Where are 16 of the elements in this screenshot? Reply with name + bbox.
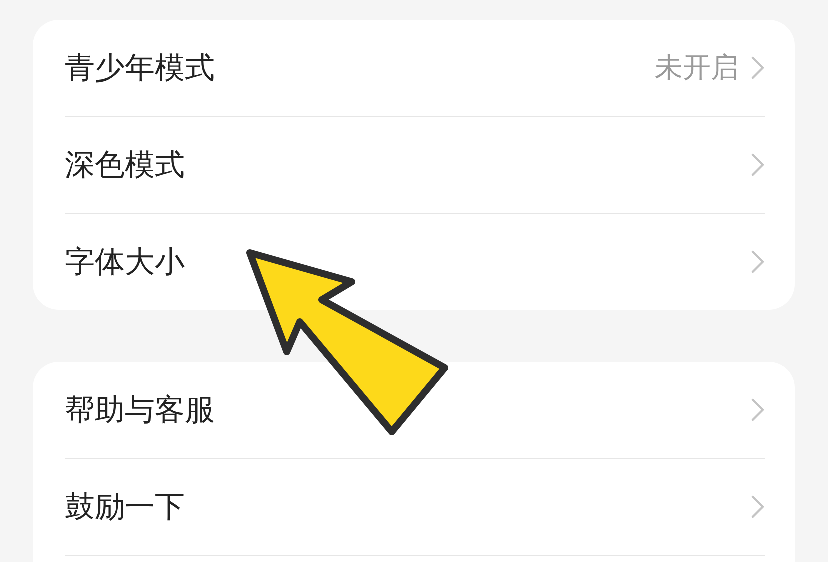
chevron-right-icon: [751, 398, 765, 422]
row-label: 深色模式: [65, 146, 186, 184]
settings-row[interactable]: 帮助与客服: [65, 362, 765, 458]
chevron-right-icon: [751, 250, 765, 274]
settings-row[interactable]: 深色模式: [65, 117, 765, 213]
chevron-right-icon: [751, 153, 765, 177]
row-value: 未开启: [655, 50, 739, 86]
row-label: 帮助与客服: [65, 392, 216, 430]
row-label: 字体大小: [65, 244, 186, 282]
row-label: 鼓励一下: [65, 488, 186, 526]
chevron-right-icon: [751, 56, 765, 80]
settings-row[interactable]: 字体大小: [65, 214, 765, 310]
settings-row[interactable]: 鼓励一下: [65, 459, 765, 555]
settings-row[interactable]: 青少年模式 未开启: [65, 20, 765, 116]
row-label: 青少年模式: [65, 50, 216, 88]
chevron-right-icon: [751, 495, 765, 519]
